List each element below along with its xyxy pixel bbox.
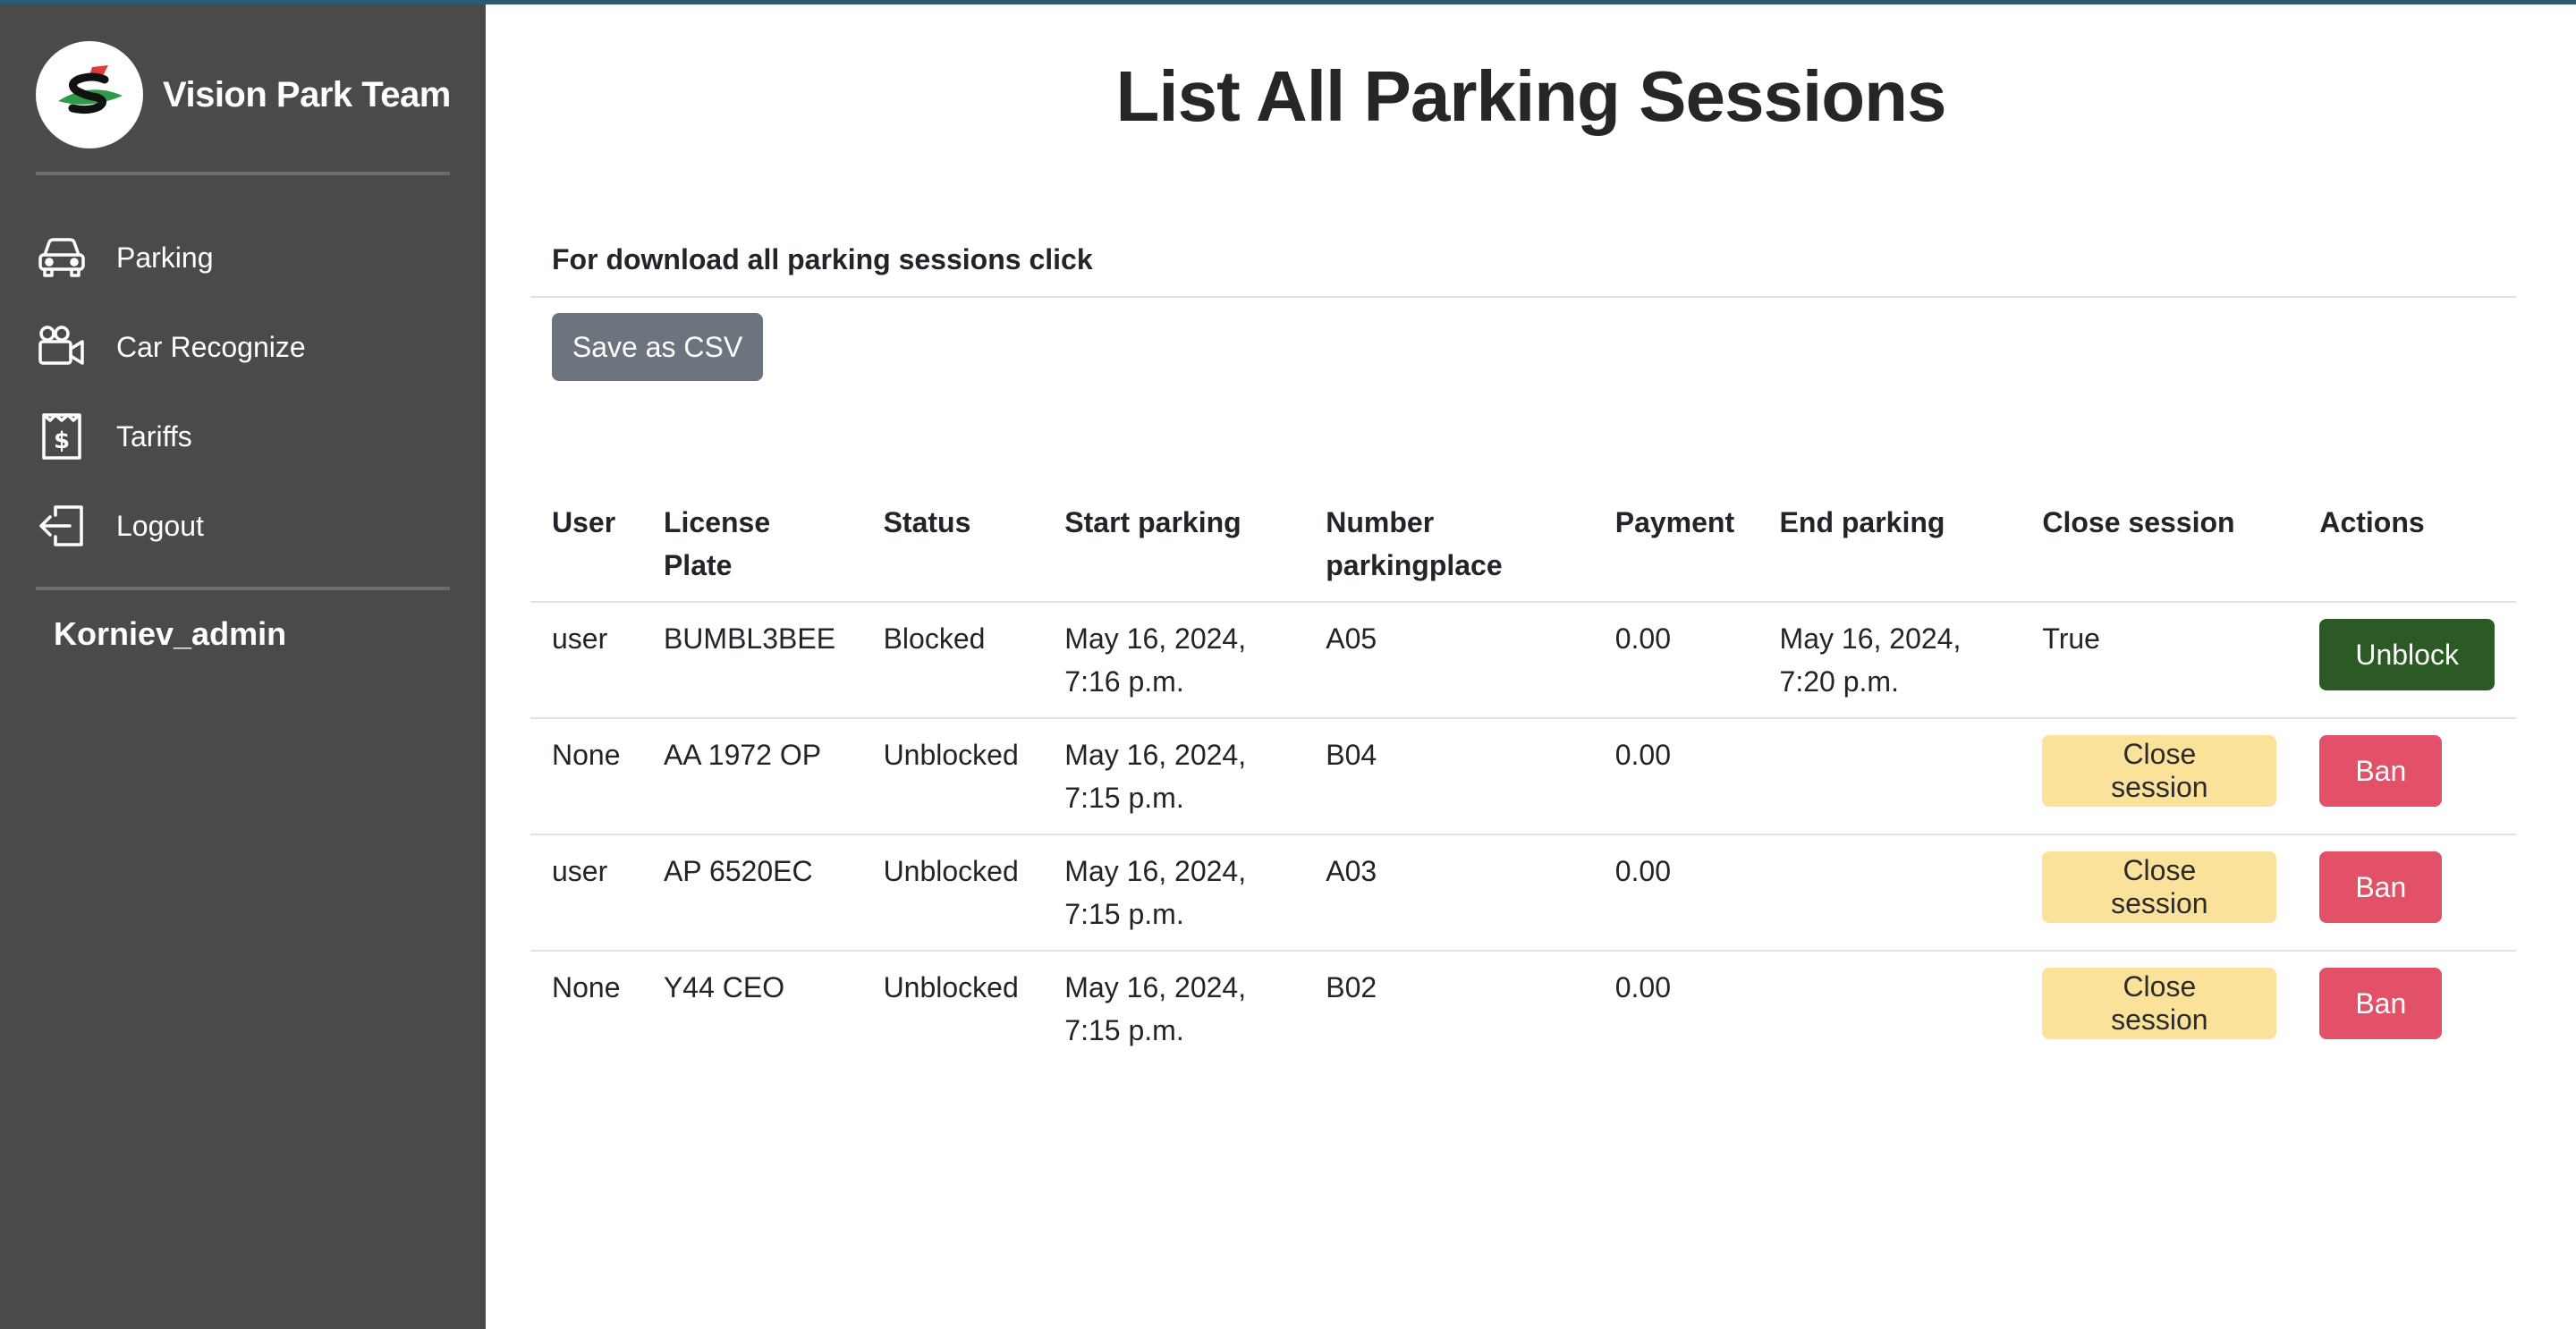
brand[interactable]: Vision Park Team — [36, 41, 451, 148]
cell-payment: 0.00 — [1593, 834, 1758, 952]
column-header-status: Status — [861, 474, 1044, 603]
column-header-start-parking: Start parking — [1043, 474, 1305, 603]
sidebar-divider — [36, 172, 450, 175]
cell-payment: 0.00 — [1614, 971, 1671, 1003]
cell-close-session: Close session — [2021, 951, 2298, 1066]
sidebar-item-parking[interactable]: Parking — [36, 213, 306, 302]
ban-button[interactable]: Ban — [2319, 851, 2443, 923]
cell-parkingplace: B04 — [1304, 718, 1594, 835]
section-divider — [530, 296, 2516, 298]
cell-end-parking — [1758, 951, 2021, 1066]
cell-license-plate: AP 6520EC — [641, 834, 862, 952]
svg-text:$: $ — [54, 427, 70, 454]
cell-start-parking: May 16, 2024, 7:15 p.m. — [1043, 718, 1305, 835]
ban-button[interactable]: Ban — [2319, 735, 2443, 807]
cell-close-session: Close session — [2021, 834, 2299, 952]
main-content: List All Parking Sessions For download a… — [486, 0, 2576, 1329]
table-row: None AA 1972 OP Unblocked May 16, 2024, … — [530, 718, 2516, 835]
sidebar-item-label: Logout — [116, 509, 204, 542]
sidebar-item-car-recognize[interactable]: Car Recognize — [36, 302, 306, 392]
close-session-button[interactable]: Close session — [2042, 851, 2277, 923]
logo-icon — [36, 41, 143, 148]
receipt-dollar-icon: $ — [36, 411, 88, 462]
cell-license-plate: AA 1972 OP — [641, 718, 862, 835]
cell-status: Unblocked — [861, 834, 1044, 952]
cell-user: user — [530, 602, 642, 719]
cell-close-session: Close session — [2021, 718, 2299, 835]
column-header-user: User — [530, 474, 642, 603]
logout-icon — [36, 500, 88, 552]
table-row: user AP 6520EC Unblocked May 16, 2024, 7… — [530, 834, 2516, 952]
cell-status: Blocked — [861, 602, 1044, 719]
save-csv-button[interactable]: Save as CSV — [552, 313, 763, 381]
table-row: user BUMBL3BEE Blocked May 16, 2024, 7:1… — [530, 602, 2516, 719]
table-header-row: User License Plate Status Start parking … — [530, 474, 2516, 603]
car-icon — [36, 232, 88, 284]
cell-parkingplace: B02 — [1326, 971, 1377, 1003]
sidebar-divider — [36, 587, 450, 590]
brand-name: Vision Park Team — [163, 74, 451, 114]
ban-button[interactable]: Ban — [2319, 968, 2443, 1039]
unblock-button[interactable]: Unblock — [2319, 619, 2495, 690]
cell-user: user — [530, 834, 642, 952]
cell-parkingplace: A03 — [1304, 834, 1594, 952]
cell-user: None — [552, 971, 621, 1003]
close-session-button[interactable]: Close session — [2042, 968, 2277, 1039]
sidebar-item-label: Parking — [116, 241, 214, 274]
cell-license-plate: Y44 CEO — [663, 971, 785, 1003]
cell-parkingplace: A05 — [1304, 602, 1594, 719]
sidebar-item-logout[interactable]: Logout — [36, 481, 306, 571]
sidebar-item-tariffs[interactable]: $ Tariffs — [36, 392, 306, 481]
top-accent-line — [0, 0, 2576, 4]
sidebar-nav: Parking Car Recognize $ Tariffs Logout — [36, 213, 306, 571]
sidebar: Vision Park Team Parking Car Recognize $… — [0, 0, 486, 1329]
cell-status: Unblocked — [861, 718, 1044, 835]
close-session-button[interactable]: Close session — [2042, 735, 2277, 807]
sidebar-item-label: Car Recognize — [116, 330, 306, 363]
cell-payment: 0.00 — [1593, 718, 1758, 835]
column-header-payment: Payment — [1593, 474, 1758, 603]
table-row: None Y44 CEO Unblocked May 16, 2024, 7:1… — [530, 951, 2516, 1066]
sidebar-item-label: Tariffs — [116, 419, 192, 453]
camera-icon — [36, 321, 88, 373]
current-user[interactable]: Korniev_admin — [54, 615, 286, 653]
parking-sessions-table: User License Plate Status Start parking … — [530, 474, 2516, 1066]
cell-start-parking: May 16, 2024, 7:15 p.m. — [1064, 971, 1247, 1046]
cell-end-parking: May 16, 2024, 7:20 p.m. — [1758, 602, 2021, 719]
column-header-close-session: Close session — [2021, 474, 2299, 603]
cell-actions: Ban — [2298, 951, 2516, 1066]
cell-actions: Ban — [2298, 834, 2516, 952]
cell-status: Unblocked — [883, 971, 1019, 1003]
column-header-license-plate: License Plate — [641, 474, 862, 603]
cell-actions: Ban — [2298, 718, 2516, 835]
column-header-number-parkingplace: Number parkingplace — [1304, 474, 1594, 603]
column-header-end-parking: End parking — [1758, 474, 2021, 603]
cell-end-parking — [1758, 834, 2021, 952]
column-header-actions: Actions — [2298, 474, 2516, 603]
cell-license-plate: BUMBL3BEE — [641, 602, 862, 719]
cell-payment: 0.00 — [1593, 602, 1758, 719]
cell-user: None — [530, 718, 642, 835]
cell-close-session: True — [2021, 602, 2299, 719]
cell-start-parking: May 16, 2024, 7:16 p.m. — [1043, 602, 1305, 719]
cell-actions: Unblock — [2298, 602, 2516, 719]
cell-end-parking — [1758, 718, 2021, 835]
cell-start-parking: May 16, 2024, 7:15 p.m. — [1043, 834, 1305, 952]
page-title: List All Parking Sessions — [1115, 56, 1947, 136]
download-instructions: For download all parking sessions click — [552, 243, 1093, 275]
